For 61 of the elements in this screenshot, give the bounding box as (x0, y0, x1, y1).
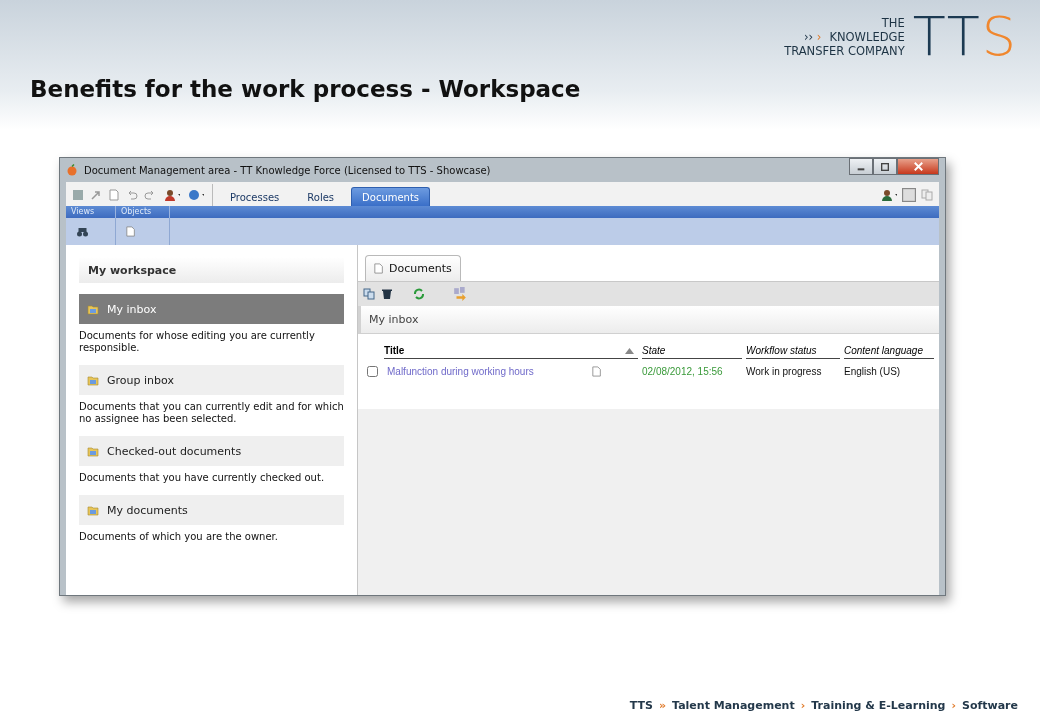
item-description: Documents for whose editing you are currently responsible. (79, 329, 316, 354)
document-icon (126, 225, 136, 238)
folder-icon (87, 504, 99, 516)
section-heading: My inbox (358, 306, 939, 334)
close-button[interactable] (897, 158, 939, 175)
logo-text: ›› › (803, 30, 822, 44)
item-description: Documents of which you are the owner. (79, 530, 279, 543)
tab[interactable]: Documents (351, 187, 431, 206)
document-icon[interactable] (108, 189, 120, 201)
item-description: Documents that you have currently checked out. (79, 471, 326, 484)
arrow-icon[interactable] (90, 189, 102, 201)
maximize-button[interactable] (873, 158, 897, 175)
logo-text: KNOWLEDGE (829, 30, 905, 44)
minimize-button[interactable] (849, 158, 873, 175)
undo-icon[interactable] (126, 189, 138, 201)
column-header[interactable]: State (642, 343, 742, 359)
table-cell-text: Work in progress (746, 365, 823, 377)
column-header[interactable]: Content language (844, 343, 934, 359)
user-icon[interactable] (162, 189, 180, 201)
user-icon[interactable] (879, 189, 897, 201)
separator-mark: › (800, 699, 806, 712)
document-link[interactable]: Malfunction during working hours (387, 365, 534, 377)
copy-icon[interactable] (921, 189, 933, 201)
column-header[interactable]: Workflow status (746, 343, 840, 359)
separator-mark: › (951, 699, 956, 712)
tab[interactable]: Roles (296, 187, 346, 206)
binoculars-icon[interactable] (76, 225, 89, 238)
sidebar-item[interactable]: Checked-out documents (79, 436, 344, 466)
footer-text: Software (962, 699, 1018, 712)
footer-text: Training & E-Learning (811, 699, 946, 712)
refresh-icon[interactable] (413, 288, 425, 300)
documents-tab[interactable]: Documents (365, 255, 461, 281)
sort-icon (625, 347, 634, 354)
app-icon (66, 164, 78, 176)
document-icon (374, 262, 384, 275)
document-icon (592, 364, 602, 378)
sidebar-item[interactable]: Group inbox (79, 365, 344, 395)
folder-icon (87, 303, 99, 315)
footer-text: TTS (629, 699, 653, 712)
sidebar-item[interactable]: My inbox (79, 294, 344, 324)
row-checkbox[interactable] (367, 365, 378, 377)
column-header[interactable]: Title (384, 343, 638, 359)
logo-wordmark: TTS (912, 14, 1018, 60)
separator-mark: » (658, 699, 667, 712)
redo-icon[interactable] (144, 189, 156, 201)
sidebar-item[interactable]: My documents (79, 495, 344, 525)
logo-text: THE (881, 16, 905, 30)
copy-icon[interactable] (363, 288, 375, 300)
tab[interactable]: Processes (219, 187, 291, 206)
footer-text: Talent Management (672, 699, 795, 712)
folder-icon (87, 445, 99, 457)
logo-text: TRANSFER COMPANY (784, 44, 905, 58)
maximize-icon (881, 162, 889, 171)
slide-title: Benefits for the work process - Workspace (30, 76, 582, 102)
folder-icon (87, 374, 99, 386)
table-cell-text: 02/08/2012, 15:56 (642, 365, 724, 377)
item-description: Documents that you can currently edit and for which no assignee has been selected. (79, 400, 344, 425)
close-icon (913, 162, 923, 171)
trash-icon[interactable] (381, 288, 393, 300)
table-cell-text: English (US) (844, 365, 902, 377)
window-title: Document Management area - TT Knowledge Force (Licensed to TTS - Showcase) (84, 164, 491, 176)
